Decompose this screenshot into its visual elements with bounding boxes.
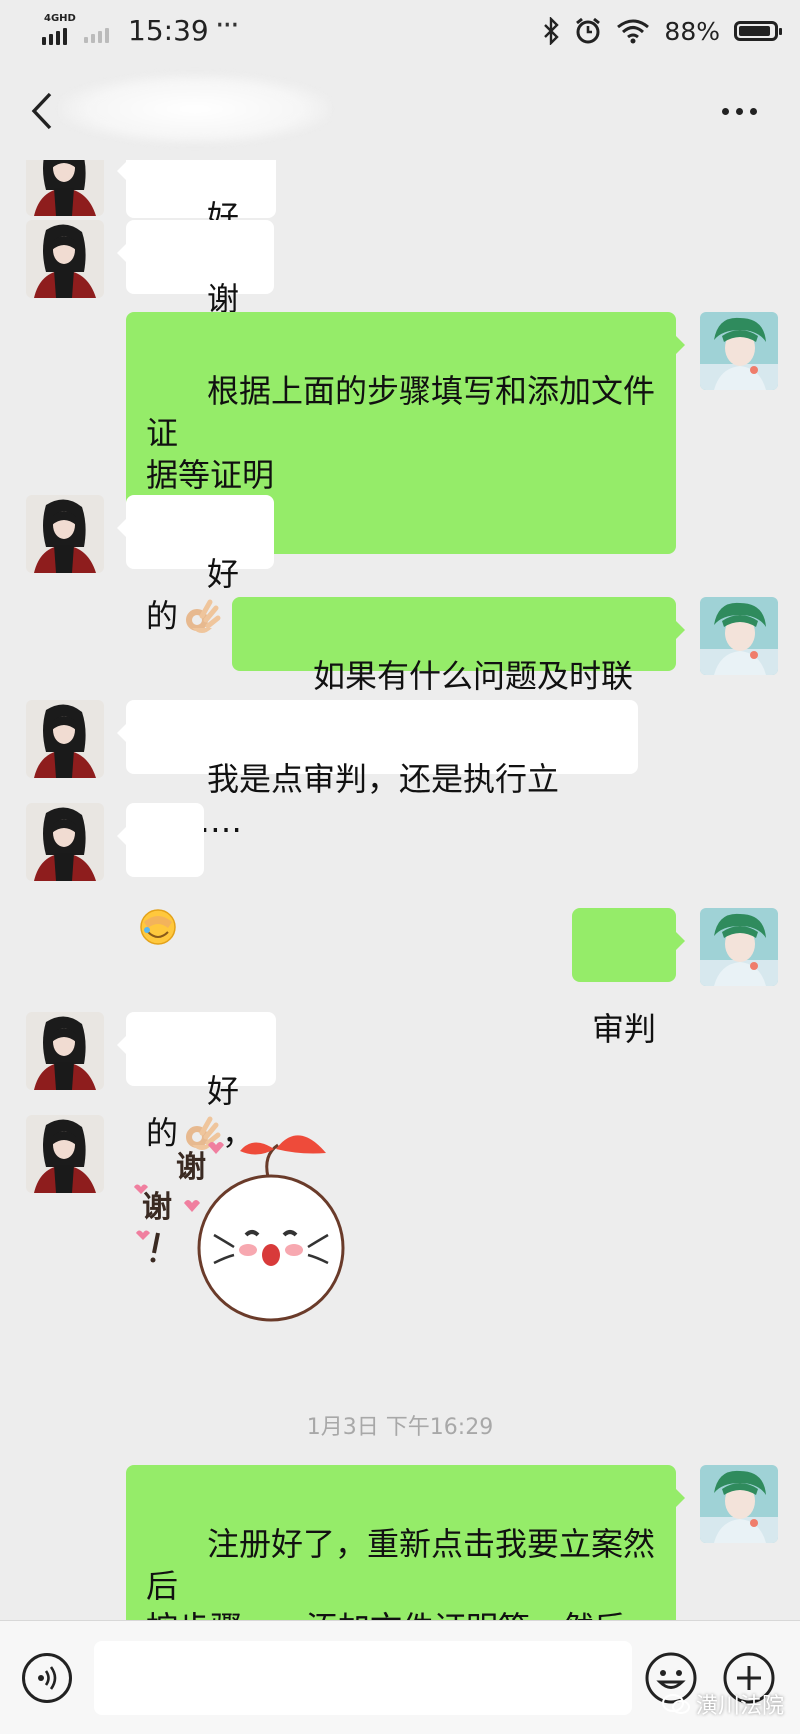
- sticker-text: 谢: [142, 1190, 172, 1225]
- avatar-self[interactable]: [700, 312, 778, 390]
- signal-icon-secondary: [84, 19, 114, 43]
- voice-button[interactable]: [22, 1653, 72, 1703]
- chevron-left-icon: [31, 92, 52, 130]
- message-row-outgoing: 审判: [0, 908, 800, 1048]
- watermark-text: 潢川法院: [695, 1694, 784, 1719]
- message-row-outgoing: 如果有什么问题及时联系我: [0, 597, 800, 737]
- message-bubble[interactable]: 谢谢: [117, 220, 274, 360]
- avatar-contact[interactable]: [26, 160, 104, 216]
- battery-icon: [734, 21, 782, 41]
- network-label: 4GHD: [44, 13, 76, 24]
- chat-header: [0, 62, 800, 160]
- message-bubble[interactable]: 如果有什么问题及时联系我: [232, 597, 685, 737]
- avatar-self[interactable]: [700, 908, 778, 986]
- message-timestamp: 1月3日 下午16:29: [306, 1415, 494, 1440]
- battery-percent: 88%: [664, 16, 720, 46]
- avatar-contact[interactable]: [26, 220, 104, 298]
- voice-icon: [38, 1666, 57, 1690]
- watermark: 潢川法院: [661, 1688, 784, 1720]
- message-row-outgoing: 注册好了，重新点击我要立案然后 按步骤一一添加文件证明等，然后 提交，注意最上方: [0, 1465, 800, 1620]
- avatar-contact[interactable]: [26, 495, 104, 573]
- message-bubble[interactable]: 好的: [117, 495, 274, 635]
- message-bubble[interactable]: [117, 803, 204, 945]
- notification-dots: ···: [215, 8, 240, 43]
- avatar-contact[interactable]: [26, 1115, 104, 1193]
- wechat-logo-icon: [661, 1694, 690, 1714]
- message-row-incoming: 谢 谢: [0, 1115, 800, 1345]
- alarm-icon: [576, 17, 601, 44]
- message-bubble[interactable]: 注册好了，重新点击我要立案然后 按步骤一一添加文件证明等，然后 提交，注意最上方: [126, 1465, 685, 1620]
- thank-you-sticker[interactable]: 谢 谢: [128, 1115, 358, 1345]
- avatar-self[interactable]: [700, 1465, 778, 1543]
- more-icon: [722, 108, 729, 115]
- back-button[interactable]: [24, 88, 64, 134]
- message-row-incoming: [0, 803, 800, 945]
- status-bar: 4GHD 15:39 ··· 88%: [0, 0, 800, 62]
- message-bubble[interactable]: 审判: [572, 908, 685, 1048]
- message-row-incoming: 好的: [0, 495, 800, 635]
- signal-icon: 4GHD: [42, 13, 82, 45]
- avatar-contact[interactable]: [26, 803, 104, 881]
- message-list[interactable]: 好的， 谢谢 根据上面的步骤填写和添加文件证 据等证明 好的 如果有什么问题及时…: [0, 160, 800, 1620]
- message-row-outgoing: 根据上面的步骤填写和添加文件证 据等证明: [0, 312, 800, 554]
- avatar-contact[interactable]: [26, 1012, 104, 1090]
- wifi-icon: [617, 19, 650, 44]
- message-row-incoming: 好的，: [0, 1012, 800, 1152]
- more-button[interactable]: [720, 90, 760, 130]
- message-text: 注册好了，重新点击我要立案然后 按步骤一一添加文件证明等，然后 提交，注意最上方: [146, 1525, 656, 1620]
- message-bubble[interactable]: 我是点审判，还是执行立案……: [117, 700, 638, 840]
- contact-name-blurred: [60, 74, 330, 144]
- message-row-incoming: 谢谢: [0, 220, 800, 360]
- message-row-incoming: 我是点审判，还是执行立案……: [0, 700, 800, 840]
- message-bubble[interactable]: 好的，: [117, 160, 276, 278]
- message-input[interactable]: [94, 1641, 632, 1715]
- status-time: 15:39: [128, 14, 209, 47]
- avatar-self[interactable]: [700, 597, 778, 675]
- input-bar: 潢川法院: [0, 1620, 800, 1734]
- bluetooth-icon: [544, 17, 560, 45]
- message-text: 根据上面的步骤填写和添加文件证 据等证明: [146, 372, 656, 494]
- message-bubble[interactable]: 好的，: [117, 1012, 276, 1152]
- sticker-text: 谢: [176, 1150, 206, 1185]
- avatar-contact[interactable]: [26, 700, 104, 778]
